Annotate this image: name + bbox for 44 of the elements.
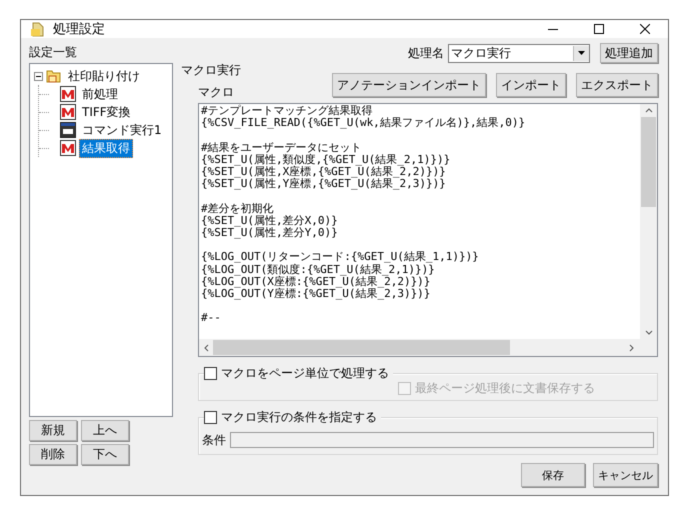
add-process-button[interactable]: 処理追加 (600, 43, 658, 63)
sidebar-button[interactable]: 削除 (29, 444, 77, 465)
checkbox-label: マクロ実行の条件を指定する (221, 409, 377, 425)
maximize-icon[interactable] (594, 24, 604, 34)
sidebar-button[interactable]: 下へ (81, 444, 129, 465)
scroll-right-icon[interactable] (629, 344, 634, 352)
checkbox[interactable] (204, 410, 217, 424)
scroll-left-icon[interactable] (204, 344, 209, 352)
folder-icon (46, 68, 62, 84)
scroll-up-icon[interactable] (644, 108, 652, 113)
tree-item[interactable]: コマンド実行1 (79, 120, 165, 140)
scroll-down-icon[interactable] (644, 330, 652, 335)
tree-item[interactable]: 社印貼り付け (65, 66, 143, 86)
sidebar-button[interactable]: 新規 (29, 420, 77, 441)
footer-button[interactable]: キャンセル (593, 463, 658, 487)
checkbox[interactable] (204, 366, 217, 380)
footer-button[interactable]: 保存 (521, 463, 585, 487)
checkbox-label: マクロをページ単位で処理する (221, 365, 389, 381)
process-name-label: 処理名 (408, 44, 444, 62)
sidebar-button[interactable]: 上へ (81, 420, 129, 441)
macro-code: #テンプレートマッチング結果取得 {%CSV_FILE_READ({%GET_U(wk,結果ファイル名)},結果,0)} #結果をユーザーデータにセット {%SET_U(属性,類似度,{%GET_U(結果_2,1)})} {%SET_U(属性,X座標,{%GET_U(結果_2,2)})} {%SET_U(属性,Y座標,{%GET_U(結果_2,3)})} #差分を初期化 {%SET_U(属性,差分X,0)} {%SET_U(属性,差分Y,0)} {%LOG_OUT(リターンコード:{%GET_U(結果_1,1)})} {%LOG_OUT(類似度:{%GET_U(結果_2,1)})} {%LOG_OUT(X座標:{%GET_U(結果_2,2)})} {%LOG_OUT(Y座標:{%GET_U(結果_2,3)})} #-- (200, 104, 526, 326)
folder-icon (30, 21, 46, 37)
tree-item[interactable]: TIFF変換 (79, 102, 134, 122)
collapse-toggle[interactable] (34, 72, 43, 80)
tree-item[interactable]: 結果取得 (79, 138, 133, 158)
close-icon[interactable] (640, 24, 650, 34)
tree-item[interactable]: 前処理 (79, 84, 121, 104)
dropdown-arrow-icon (578, 51, 585, 55)
vertical-scrollbar[interactable] (640, 104, 657, 339)
macro-label: マクロ (198, 84, 234, 101)
process-name-dropdown[interactable]: マクロ実行 (448, 44, 590, 62)
section-title: マクロ実行 (181, 62, 242, 79)
document-m-icon (60, 104, 76, 120)
settings-list-label: 設定一覧 (29, 44, 78, 61)
toolbar-button[interactable]: インポート (496, 73, 566, 97)
toolbar-button[interactable]: エクスポート (576, 73, 658, 97)
checkbox-label: 最終ページ処理後に文書保存する (415, 380, 595, 396)
toolbar-button[interactable]: アノテーションインポート (332, 73, 486, 97)
document-m-icon (60, 86, 76, 102)
document-m-icon (60, 140, 76, 156)
terminal-icon (60, 122, 76, 138)
condition-label: 条件 (202, 432, 226, 448)
code-editor[interactable] (198, 103, 658, 357)
window-title: 処理設定 (53, 21, 105, 38)
